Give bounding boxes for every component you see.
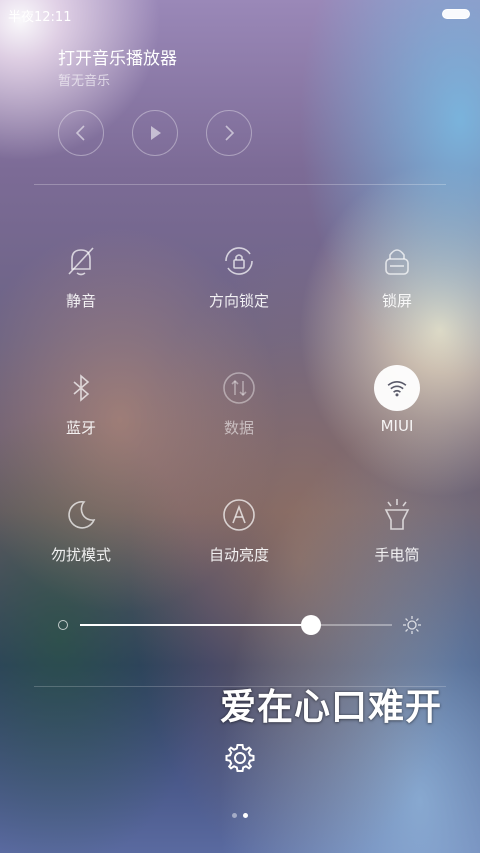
- toggle-auto-brightness[interactable]: 自动亮度: [179, 492, 299, 565]
- bell-off-icon: [58, 238, 104, 284]
- lock-icon: [374, 238, 420, 284]
- toggle-label: MIUI: [380, 417, 414, 435]
- page-dot-active: [243, 813, 248, 818]
- data-icon: [216, 365, 262, 411]
- brightness-slider-fill: [80, 624, 311, 626]
- toggle-mute[interactable]: 静音: [21, 238, 141, 311]
- previous-button[interactable]: [58, 110, 104, 156]
- status-time: 半夜12:11: [8, 10, 72, 25]
- rotation-lock-icon: [216, 238, 262, 284]
- toggle-data[interactable]: 数据: [179, 365, 299, 438]
- toggle-label: 锁屏: [381, 292, 412, 310]
- auto-brightness-icon: [216, 492, 262, 538]
- toggle-label: 蓝牙: [65, 419, 96, 437]
- toggle-flashlight[interactable]: 手电筒: [337, 492, 457, 565]
- page-dot: [232, 813, 237, 818]
- brightness-slider-thumb[interactable]: [300, 615, 321, 635]
- toggle-lock-screen[interactable]: 锁屏: [337, 238, 457, 311]
- play-button[interactable]: [132, 110, 178, 156]
- toggle-do-not-disturb[interactable]: 勿扰模式: [21, 492, 141, 565]
- bluetooth-icon: [58, 365, 104, 411]
- music-player-title[interactable]: 打开音乐播放器: [58, 44, 177, 69]
- previous-icon: [75, 125, 85, 141]
- toggle-wifi[interactable]: MIUI: [337, 365, 457, 435]
- brightness-low-icon: [58, 620, 68, 630]
- settings-gear-icon[interactable]: [224, 742, 256, 774]
- toggle-label: 手电筒: [374, 546, 420, 564]
- battery-icon: [442, 9, 470, 19]
- wifi-icon: [374, 365, 420, 411]
- toggle-rotation-lock[interactable]: 方向锁定: [179, 238, 299, 311]
- toggle-label: 方向锁定: [208, 292, 269, 310]
- toggle-bluetooth[interactable]: 蓝牙: [21, 365, 141, 438]
- brightness-high-icon: [403, 616, 421, 634]
- play-icon: [151, 126, 161, 140]
- divider: [34, 184, 446, 185]
- overlay-caption: 爱在心口难开: [220, 687, 443, 728]
- next-icon: [225, 125, 235, 141]
- toggle-label: 勿扰模式: [50, 546, 111, 564]
- flashlight-icon: [374, 492, 420, 538]
- brightness-slider[interactable]: [80, 615, 392, 635]
- music-status: 暂无音乐: [58, 74, 111, 89]
- next-button[interactable]: [206, 110, 252, 156]
- toggle-label: 静音: [65, 292, 96, 310]
- toggle-label: 自动亮度: [208, 546, 269, 564]
- toggle-label: 数据: [223, 419, 254, 437]
- page-indicator: [232, 813, 248, 818]
- moon-icon: [58, 492, 104, 538]
